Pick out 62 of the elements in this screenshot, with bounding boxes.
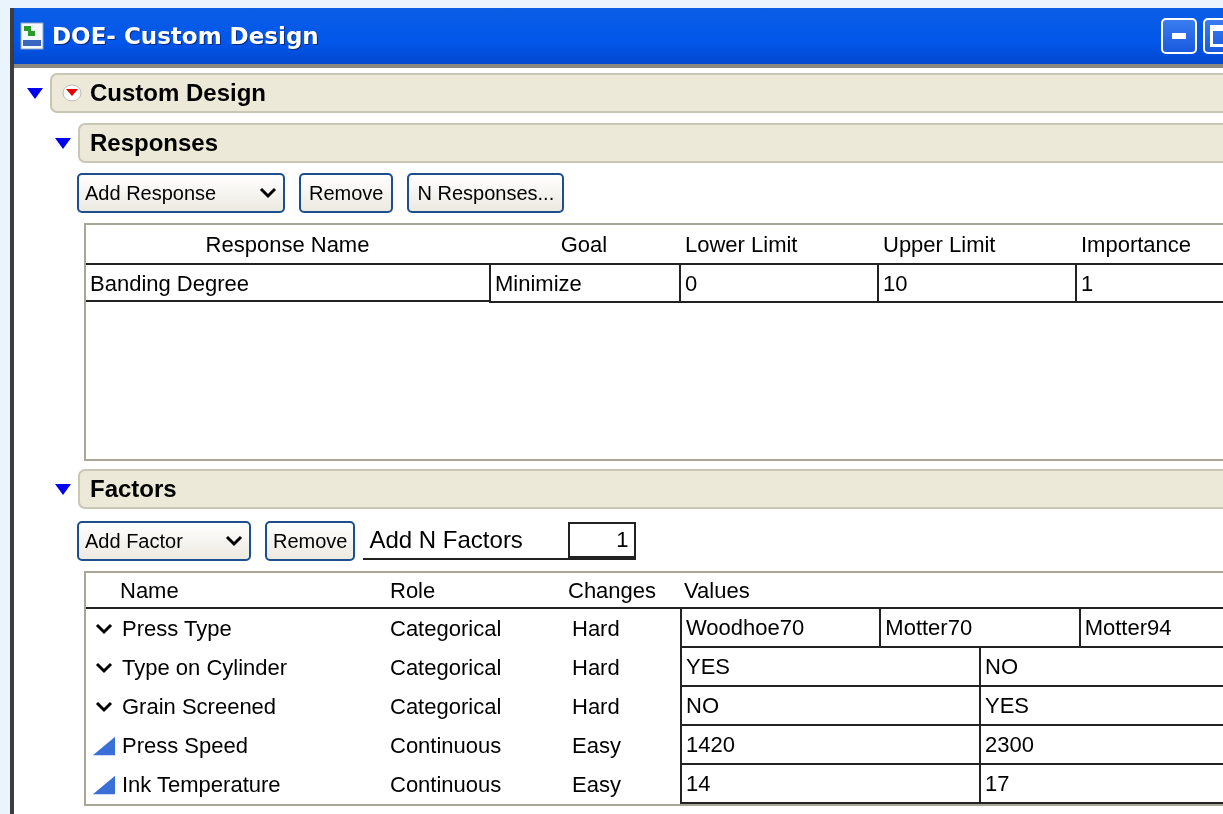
value-cell: Motter94 <box>1078 609 1223 648</box>
factor-role: Categorical <box>389 615 503 643</box>
factor-role: Categorical <box>389 693 503 721</box>
factor-name: Ink Temperature <box>122 771 281 799</box>
menu-caret-icon[interactable] <box>62 84 82 102</box>
value-cell: 17 <box>979 765 1223 804</box>
collapse-triangle-icon[interactable] <box>54 136 72 150</box>
ramp-triangle-icon[interactable] <box>92 734 116 757</box>
table-cell: 1 <box>1075 265 1223 303</box>
factor-name: Type on Cylinder <box>122 654 288 682</box>
value-cell: 2300 <box>979 726 1223 765</box>
factor-role: Continuous <box>389 771 503 799</box>
minimize-icon <box>1172 33 1186 39</box>
factor-changes: Hard <box>571 654 621 682</box>
value-cell: YES <box>680 648 979 687</box>
add-n-factors-label: Add N Factors <box>368 525 524 555</box>
value-cell: Woodhoe70 <box>680 609 880 648</box>
response-button[interactable]: Remove <box>299 173 394 213</box>
collapse-triangle-icon[interactable] <box>26 86 44 100</box>
app-icon <box>20 22 44 50</box>
add-response-dropdown[interactable]: Add Response <box>77 173 285 213</box>
column-header: Response Name <box>204 230 371 259</box>
collapse-triangle-icon[interactable] <box>54 482 72 496</box>
column-header: Name <box>119 576 180 605</box>
ramp-triangle-icon[interactable] <box>92 773 116 796</box>
remove-button[interactable]: Remove <box>265 521 356 561</box>
value-cell: Motter70 <box>879 609 1079 648</box>
factor-name: Grain Screened <box>122 693 277 721</box>
table-cell: 0 <box>679 265 877 303</box>
section-title: Custom Design <box>90 78 266 108</box>
value-cell: 14 <box>680 765 979 804</box>
table-cell: Minimize <box>489 265 679 303</box>
factor-name: Press Speed <box>122 732 248 760</box>
minimize-button[interactable] <box>1161 18 1197 54</box>
section-title: Factors <box>90 474 177 504</box>
column-header: Changes <box>567 576 658 605</box>
value-cell: 1420 <box>680 726 979 765</box>
factor-role: Continuous <box>389 732 503 760</box>
value-cell: NO <box>979 648 1223 687</box>
factor-changes: Hard <box>571 615 621 643</box>
table-cell: Banding Degree <box>86 266 489 302</box>
column-header: Values <box>683 576 750 605</box>
factor-role: Categorical <box>389 654 503 682</box>
add-factor-dropdown[interactable]: Add Factor <box>77 521 251 561</box>
dropdown-caret-icon <box>225 535 243 547</box>
factor-changes: Easy <box>571 771 622 799</box>
section-title: Responses <box>90 128 219 158</box>
factor-changes: Hard <box>571 693 621 721</box>
window-title: DOE- Custom Design <box>52 21 319 51</box>
column-header: Role <box>389 576 437 605</box>
column-header: Upper Limit <box>882 230 997 259</box>
column-header: Goal <box>559 230 609 259</box>
dropdown-caret-icon <box>259 187 277 199</box>
factor-changes: Easy <box>571 732 622 760</box>
column-header: Lower Limit <box>684 230 799 259</box>
factor-name: Press Type <box>122 615 232 643</box>
value-cell: NO <box>680 687 979 726</box>
value-cell: YES <box>979 687 1223 726</box>
table-cell: 10 <box>877 265 1075 303</box>
column-header: Importance <box>1080 230 1193 259</box>
response-button[interactable]: N Responses... <box>407 173 565 213</box>
factor-count-field[interactable]: 1 <box>568 522 637 558</box>
